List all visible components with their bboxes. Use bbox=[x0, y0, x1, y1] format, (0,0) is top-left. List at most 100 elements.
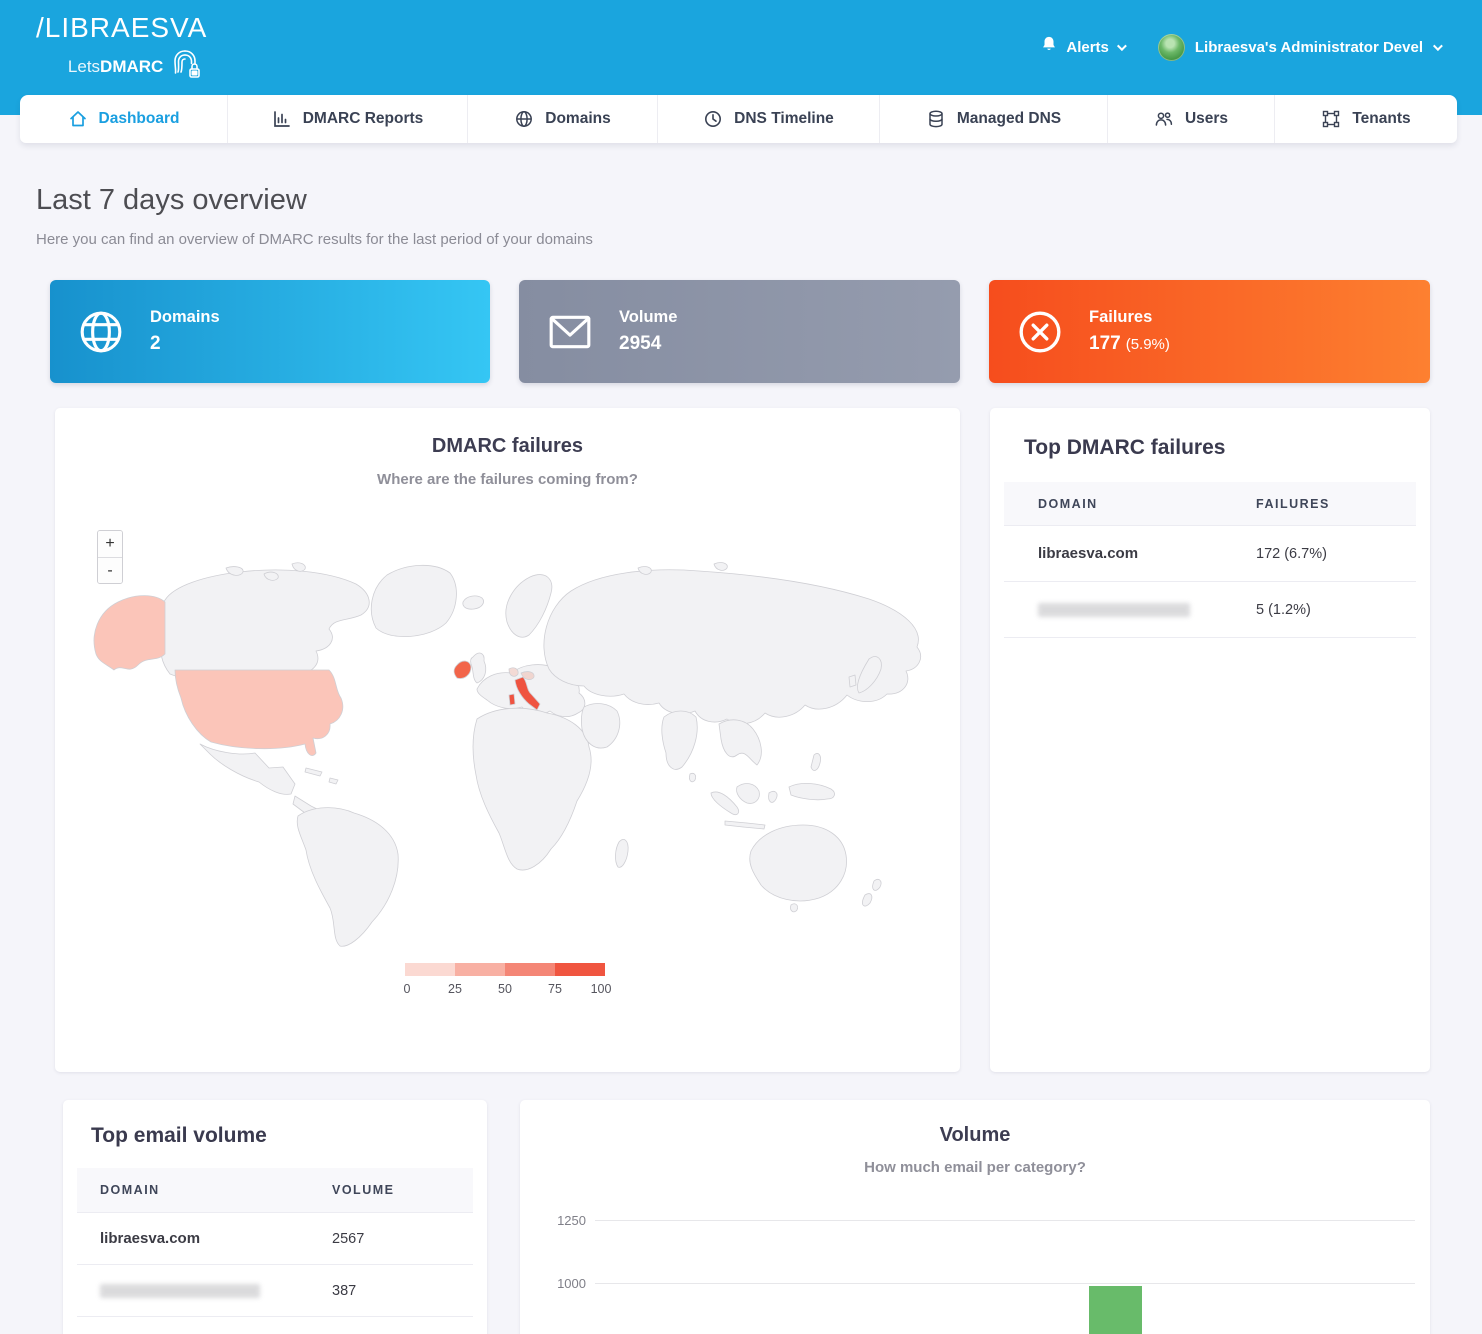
zoom-out-button[interactable]: - bbox=[98, 557, 122, 583]
x-circle-icon bbox=[1016, 308, 1064, 356]
alerts-label: Alerts bbox=[1066, 39, 1109, 56]
tab-label: DMARC Reports bbox=[303, 110, 424, 128]
table-header-row: DOMAIN FAILURES bbox=[1004, 482, 1416, 526]
page-subtitle: Here you can find an overview of DMARC r… bbox=[36, 231, 593, 248]
country-netherlands bbox=[509, 668, 518, 676]
tab-label: Users bbox=[1185, 110, 1228, 128]
tab-users[interactable]: Users bbox=[1108, 95, 1275, 143]
map-zoom-controls: + - bbox=[97, 530, 123, 584]
legend-tick: 100 bbox=[591, 982, 612, 996]
volume-bar[interactable] bbox=[1089, 1286, 1142, 1334]
top-failures-table: DOMAIN FAILURES libraesva.com 172 (6.7%)… bbox=[1004, 482, 1416, 638]
philippines bbox=[811, 753, 821, 770]
clock-icon bbox=[703, 109, 723, 129]
indochina bbox=[719, 720, 761, 765]
home-icon bbox=[68, 109, 88, 129]
island-java bbox=[725, 821, 765, 829]
user-menu[interactable]: Libraesva's Administrator Devel bbox=[1158, 34, 1440, 61]
island-srilanka bbox=[689, 773, 695, 781]
island-madagascar bbox=[615, 839, 628, 867]
table-row: libraesva.com 172 (6.7%) bbox=[1004, 526, 1416, 582]
volume-cell: 387 bbox=[332, 1283, 356, 1299]
legend-tick: 50 bbox=[498, 982, 512, 996]
arctic-island bbox=[714, 563, 727, 571]
tab-dmarc-reports[interactable]: DMARC Reports bbox=[228, 95, 468, 143]
column-header-volume: VOLUME bbox=[332, 1183, 394, 1197]
domain-cell-redacted bbox=[1004, 603, 1256, 617]
tab-dashboard[interactable]: Dashboard bbox=[20, 95, 228, 143]
country-ireland bbox=[454, 661, 471, 678]
logo-dmarc-text: DMARC bbox=[100, 57, 163, 76]
fingerprint-icon bbox=[169, 46, 201, 85]
arabian-peninsula bbox=[581, 704, 619, 749]
country-australia bbox=[750, 825, 847, 901]
letsdmarc-dashboard: /LIBRAESVA LetsDMARC bbox=[0, 0, 1482, 1334]
map-color-legend: 0 25 50 75 100 bbox=[405, 963, 605, 998]
libraesva-logo[interactable]: /LIBRAESVA LetsDMARC bbox=[36, 12, 207, 77]
stat-card-failures[interactable]: Failures 177(5.9%) bbox=[989, 280, 1430, 383]
country-uk bbox=[471, 653, 486, 683]
users-icon bbox=[1154, 109, 1174, 129]
top-dmarc-failures-card: Top DMARC failures DOMAIN FAILURES libra… bbox=[990, 408, 1430, 1072]
alerts-menu[interactable]: Alerts bbox=[1040, 35, 1124, 59]
chevron-down-icon bbox=[1117, 41, 1127, 51]
stat-value: 177(5.9%) bbox=[1089, 333, 1170, 355]
world-choropleth-map[interactable] bbox=[78, 558, 938, 948]
country-cuba bbox=[305, 768, 322, 776]
island-sumatra bbox=[711, 792, 739, 815]
tab-managed-dns[interactable]: Managed DNS bbox=[880, 95, 1108, 143]
bell-icon bbox=[1040, 35, 1058, 59]
volume-chart-title: Volume bbox=[520, 1124, 1430, 1147]
arctic-island bbox=[292, 563, 305, 571]
top-volume-title: Top email volume bbox=[91, 1124, 487, 1148]
country-canada bbox=[158, 570, 369, 684]
stat-card-volume[interactable]: Volume 2954 bbox=[519, 280, 960, 383]
domain-cell-redacted bbox=[77, 1284, 332, 1298]
tab-label: DNS Timeline bbox=[734, 110, 834, 128]
tab-domains[interactable]: Domains bbox=[468, 95, 658, 143]
logo-lets-text: Lets bbox=[68, 57, 100, 76]
legend-gradient-bar bbox=[405, 963, 605, 976]
gridline bbox=[595, 1283, 1415, 1284]
africa bbox=[473, 708, 591, 870]
globe-icon bbox=[514, 109, 534, 129]
envelope-icon bbox=[546, 308, 594, 356]
top-email-volume-card: Top email volume DOMAIN VOLUME libraesva… bbox=[63, 1100, 487, 1334]
domain-cell: libraesva.com bbox=[1004, 545, 1256, 562]
tab-label: Tenants bbox=[1352, 110, 1410, 128]
failures-cell: 172 (6.7%) bbox=[1256, 546, 1327, 562]
tab-tenants[interactable]: Tenants bbox=[1275, 95, 1457, 143]
stat-card-domains[interactable]: Domains 2 bbox=[50, 280, 490, 383]
tenants-icon bbox=[1321, 109, 1341, 129]
libraesva-wordmark: /LIBRAESVA bbox=[36, 12, 207, 44]
stat-label: Domains bbox=[150, 308, 220, 327]
column-header-domain: DOMAIN bbox=[1004, 497, 1256, 511]
zoom-in-button[interactable]: + bbox=[98, 531, 122, 557]
tab-dns-timeline[interactable]: DNS Timeline bbox=[658, 95, 880, 143]
column-header-domain: DOMAIN bbox=[77, 1183, 332, 1197]
tab-label: Dashboard bbox=[99, 110, 180, 128]
table-row: libraesva.com 2567 bbox=[77, 1213, 473, 1265]
top-failures-title: Top DMARC failures bbox=[1024, 436, 1430, 460]
legend-tick: 0 bbox=[404, 982, 411, 996]
user-name: Libraesva's Administrator Devel bbox=[1195, 39, 1423, 56]
database-icon bbox=[926, 109, 946, 129]
island-newguinea bbox=[789, 783, 834, 799]
main-navbar: Dashboard DMARC Reports Domains bbox=[20, 95, 1457, 143]
stat-label: Volume bbox=[619, 308, 677, 327]
nz-north-island bbox=[873, 879, 881, 890]
stat-label: Failures bbox=[1089, 308, 1170, 327]
island-sardinia bbox=[509, 694, 515, 705]
table-row: 387 bbox=[77, 1265, 473, 1317]
y-axis-tick: 1250 bbox=[548, 1213, 586, 1228]
nz-south-island bbox=[862, 894, 871, 906]
domain-cell: libraesva.com bbox=[77, 1230, 332, 1247]
globe-icon bbox=[77, 308, 125, 356]
tab-label: Domains bbox=[545, 110, 610, 128]
korea bbox=[849, 675, 856, 687]
table-row: 5 (1.2%) bbox=[1004, 582, 1416, 638]
stat-value: 2 bbox=[150, 333, 220, 355]
chevron-down-icon bbox=[1433, 41, 1443, 51]
top-volume-table: DOMAIN VOLUME libraesva.com 2567 387 bbox=[77, 1168, 473, 1317]
island-tasmania bbox=[791, 904, 798, 912]
